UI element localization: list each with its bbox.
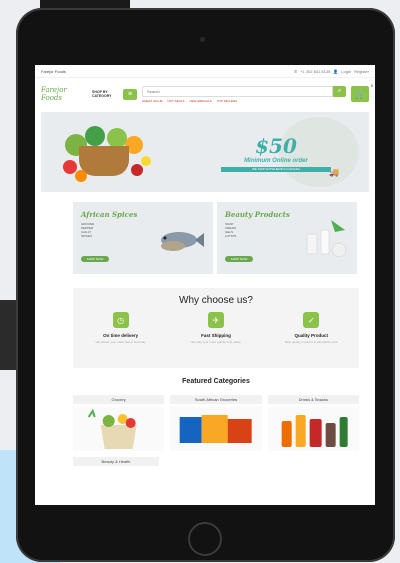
site-logo[interactable]: Farejor Foods — [41, 86, 87, 102]
hero-banner[interactable]: $50 Minimum Online order WE SHIP ANYWHER… — [41, 112, 369, 192]
promo-label: Minimum Online order — [244, 158, 308, 164]
banner-beauty-products[interactable]: Beauty Products SOAP CREAM GELS LOTION S… — [217, 202, 357, 274]
top-bar: Farejor Foods ✆ +1 302 831 8139 👤 Login … — [35, 65, 375, 78]
phone-number: +1 302 831 8139 — [300, 68, 331, 74]
category-label: CATEGORY — [92, 94, 112, 98]
quick-link[interactable]: TOP SELLERS — [217, 99, 237, 103]
feature-quality-product: ✓ Quality Product Best quality products … — [276, 312, 346, 344]
section-heading: Featured Categories — [182, 378, 250, 385]
clock-icon: ◷ — [112, 312, 129, 328]
quick-link[interactable]: NEW ARRIVALS — [189, 99, 211, 103]
main-header: Farejor Foods SHOP BY CATEGORY ≡ ⌕ GREAT… — [35, 78, 375, 110]
tablet-screen: Farejor Foods ✆ +1 302 831 8139 👤 Login … — [35, 65, 375, 505]
category-banners: African Spices GROUND PEPPER CHILLY SPIC… — [73, 202, 357, 274]
brand-name: Farejor Foods — [41, 68, 66, 74]
home-button[interactable] — [188, 522, 222, 556]
phone-icon: ✆ — [293, 68, 298, 74]
search-area: ⌕ GREAT VALUE HOT DEALS NEW ARRIVALS TOP… — [142, 85, 346, 103]
feature-title: On time delivery — [103, 333, 139, 338]
category-card-grocery[interactable]: Grocery — [73, 395, 165, 451]
feature-desc: Best quality products at affordable pric… — [284, 340, 338, 344]
section-heading: Why choose us? — [179, 295, 253, 306]
drinks-image — [267, 407, 359, 451]
category-title: South African Groceries — [170, 395, 262, 404]
quick-links: GREAT VALUE HOT DEALS NEW ARRIVALS TOP S… — [142, 99, 346, 103]
shop-by-category[interactable]: SHOP BY CATEGORY — [92, 90, 118, 99]
promo-amount: $50 — [255, 134, 297, 158]
feature-title: Quality Product — [294, 333, 329, 338]
search-icon[interactable]: ⌕ — [333, 85, 346, 97]
south-african-products-image — [170, 407, 262, 451]
check-icon: ✓ — [303, 312, 320, 328]
truck-icon: 🚚 — [329, 168, 339, 177]
plane-icon: ✈ — [207, 312, 224, 328]
search-input[interactable] — [142, 85, 333, 97]
category-card-beauty-health[interactable]: Beauty & Health — [73, 457, 159, 466]
promo-text: $50 Minimum Online order WE SHIP ANYWHER… — [221, 134, 331, 172]
cart-count: 0 — [370, 83, 373, 88]
menu-icon[interactable]: ≡ — [123, 88, 137, 100]
login-link[interactable]: Login — [341, 69, 351, 74]
feature-fast-shipping: ✈ Fast Shipping We ship your order quick… — [181, 312, 251, 344]
featured-categories: Featured Categories Grocery South Africa… — [73, 378, 359, 466]
cart-icon[interactable]: 🛒 0 — [351, 83, 373, 102]
category-title: Beauty & Health — [73, 457, 159, 466]
grocery-bag-image — [73, 407, 165, 451]
promo-bar: WE SHIP ANYWHERE IN CANADA — [221, 167, 331, 172]
feature-on-time-delivery: ◷ On time delivery We deliver your order… — [86, 312, 156, 344]
quick-link[interactable]: GREAT VALUE — [142, 99, 163, 103]
feature-desc: We deliver your order fast to Gateway — [95, 340, 146, 344]
fish-image — [161, 232, 204, 251]
why-choose-us: Why choose us? ◷ On time delivery We del… — [73, 288, 359, 368]
shop-now-button[interactable]: SHOP NOW — [81, 256, 109, 262]
camera-icon — [200, 37, 205, 42]
category-title: Grocery — [73, 395, 165, 404]
tablet-frame: Farejor Foods ✆ +1 302 831 8139 👤 Login … — [16, 8, 395, 562]
register-link[interactable]: Register — [354, 69, 369, 74]
vegetable-basket-image — [55, 120, 153, 186]
user-icon: 👤 — [333, 68, 339, 74]
banner-african-spices[interactable]: African Spices GROUND PEPPER CHILLY SPIC… — [73, 202, 213, 274]
category-title: Drinks & Snacks — [267, 395, 359, 404]
category-card-south-african-groceries[interactable]: South African Groceries — [170, 395, 262, 451]
category-card-drinks-snacks[interactable]: Drinks & Snacks — [267, 395, 359, 451]
shop-now-button[interactable]: SHOP NOW — [225, 256, 253, 262]
feature-desc: We ship your order quickly and safely — [191, 340, 241, 344]
feature-title: Fast Shipping — [201, 333, 231, 338]
quick-link[interactable]: HOT DEALS — [168, 99, 185, 103]
cosmetics-image — [306, 220, 347, 258]
